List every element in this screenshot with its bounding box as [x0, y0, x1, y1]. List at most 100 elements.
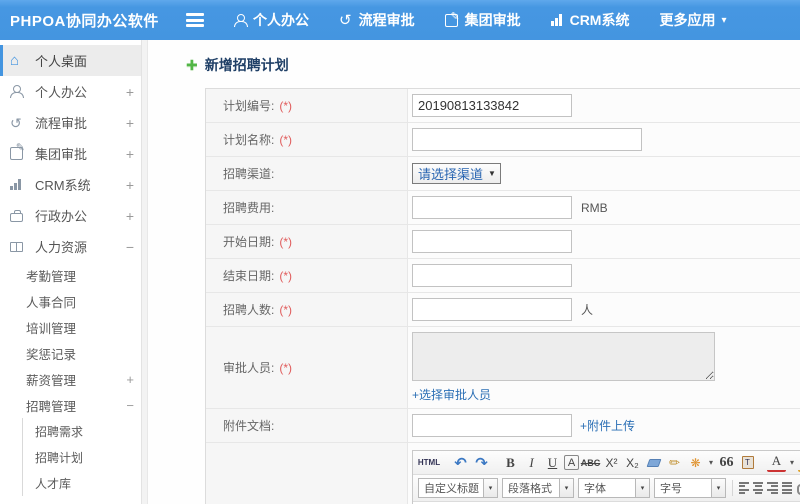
sidebar-item-label: 个人办公: [35, 85, 88, 100]
sidebar-item-talent-pool[interactable]: 人才库: [23, 470, 148, 496]
field-label: 招聘人数: (*): [206, 293, 408, 326]
nav-label: CRM系统: [569, 12, 630, 28]
sidebar-item-recruit-plan[interactable]: 招聘计划: [23, 444, 148, 470]
sidebar-item-attendance[interactable]: 考勤管理: [0, 262, 148, 288]
sidebar-item-label: 集团审批: [35, 147, 88, 162]
source-code-button[interactable]: HTML: [417, 453, 441, 472]
sidebar-item-label: 人才库: [35, 476, 72, 491]
form-row-start-date: 开始日期: (*): [206, 225, 800, 259]
expand-plus-icon[interactable]: +: [126, 372, 134, 387]
field-label: 审批人员: (*): [206, 327, 408, 408]
align-justify-icon[interactable]: [781, 482, 792, 494]
person-icon: [10, 85, 27, 98]
chevron-down-icon: ▾: [484, 478, 498, 498]
expand-plus-icon[interactable]: +: [126, 146, 134, 162]
field-label: 附件文档:: [206, 409, 408, 442]
expand-plus-icon[interactable]: +: [126, 84, 134, 100]
nav-more-apps[interactable]: 更多应用 ▾: [659, 10, 726, 30]
italic-button[interactable]: I: [522, 453, 541, 472]
required-mark: (*): [279, 234, 293, 249]
required-mark: (*): [279, 360, 293, 375]
page-title: ✚ 新增招聘计划: [148, 40, 800, 75]
plan-name-input[interactable]: [412, 128, 642, 151]
sidebar-item-personal-desktop[interactable]: ⌂ 个人桌面: [0, 45, 148, 76]
required-mark: (*): [279, 132, 293, 147]
expand-plus-icon[interactable]: +: [126, 208, 134, 224]
person-icon: [234, 13, 248, 27]
sidebar-item-label: 考勤管理: [26, 269, 77, 284]
chevron-down-icon: ▾: [721, 14, 727, 26]
chevron-down-icon[interactable]: ▾: [788, 453, 796, 472]
sidebar-item-human-resources[interactable]: 人力资源 −: [0, 231, 148, 262]
field-label: 招聘费用:: [206, 191, 408, 224]
nav-group-approval[interactable]: 集团审批: [444, 10, 521, 30]
sidebar-scrollbar[interactable]: [141, 40, 148, 504]
expand-plus-icon[interactable]: +: [126, 177, 134, 193]
subscript-button[interactable]: X₂: [623, 453, 642, 472]
required-mark: (*): [279, 268, 293, 283]
underline-button[interactable]: U: [543, 453, 562, 472]
eraser-icon[interactable]: [644, 453, 663, 472]
sidebar-item-admin-office[interactable]: 行政办公 +: [0, 200, 148, 231]
attachment-input[interactable]: [412, 414, 572, 437]
nav-workflow-approval[interactable]: ↺ 流程审批: [339, 10, 415, 30]
sidebar-item-crm[interactable]: CRM系统 +: [0, 169, 148, 200]
nav-label: 流程审批: [358, 12, 415, 28]
collapse-minus-icon[interactable]: −: [126, 398, 134, 413]
nav-crm-system[interactable]: CRM系统: [550, 10, 630, 30]
cost-input[interactable]: [412, 196, 572, 219]
headcount-input[interactable]: [412, 298, 572, 321]
font-size-select[interactable]: 字号 ▾: [654, 478, 726, 498]
field-label: 计划编号: (*): [206, 89, 408, 122]
attachment-upload-link[interactable]: +附件上传: [580, 417, 635, 434]
start-date-input[interactable]: [412, 230, 572, 253]
plan-no-input[interactable]: [412, 94, 572, 117]
page-title-text: 新增招聘计划: [204, 57, 289, 73]
briefcase-icon: [10, 209, 27, 222]
paste-icon[interactable]: T: [738, 453, 757, 472]
form-row-plan-no: 计划编号: (*): [206, 89, 800, 123]
redo-icon[interactable]: ↷: [472, 453, 491, 472]
edit-square-icon: [444, 10, 460, 27]
strikethrough-button[interactable]: ABC: [581, 453, 601, 472]
add-plus-icon: ✚: [186, 56, 198, 73]
paragraph-format-select[interactable]: 段落格式 ▾: [502, 478, 574, 498]
sidebar-item-salary[interactable]: 薪资管理 +: [0, 366, 148, 392]
end-date-input[interactable]: [412, 264, 572, 287]
chevron-down-icon[interactable]: ▾: [707, 453, 715, 472]
sidebar-item-workflow-approval[interactable]: ↺ 流程审批 +: [0, 107, 148, 138]
autotypeset-button[interactable]: A: [564, 455, 579, 470]
nav-personal-office[interactable]: 个人办公: [234, 10, 309, 30]
menu-toggle-icon[interactable]: [186, 13, 204, 27]
superscript-button[interactable]: X²: [602, 453, 621, 472]
background-color-icon[interactable]: ❋: [686, 453, 705, 472]
form-row-end-date: 结束日期: (*): [206, 259, 800, 293]
align-left-icon[interactable]: [738, 482, 750, 494]
undo-icon[interactable]: ↶: [451, 453, 470, 472]
sidebar-item-group-approval[interactable]: 集团审批 +: [0, 138, 148, 169]
font-color-button[interactable]: A: [767, 453, 786, 472]
choose-approver-link[interactable]: +选择审批人员: [412, 386, 491, 403]
sidebar-item-hr-contract[interactable]: 人事合同: [0, 288, 148, 314]
sidebar-item-recruit-management[interactable]: 招聘管理 −: [0, 392, 148, 418]
app-logo[interactable]: PHPOA协同办公软件: [0, 10, 186, 31]
sidebar-item-personal-office[interactable]: 个人办公 +: [0, 76, 148, 107]
field-label: 结束日期: (*): [206, 259, 408, 292]
blockquote-button[interactable]: 66: [717, 453, 736, 472]
collapse-minus-icon[interactable]: −: [126, 239, 134, 255]
sidebar-item-recruit-demand[interactable]: 招聘需求: [23, 418, 148, 444]
expand-plus-icon[interactable]: +: [126, 115, 134, 131]
align-right-icon[interactable]: [767, 482, 778, 494]
custom-title-select[interactable]: 自定义标题 ▾: [418, 478, 498, 498]
form-row-headcount: 招聘人数: (*) 人: [206, 293, 800, 327]
approver-textarea[interactable]: [412, 332, 715, 381]
sidebar-item-training[interactable]: 培训管理: [0, 314, 148, 340]
format-brush-icon[interactable]: ✏: [665, 453, 684, 472]
bold-button[interactable]: B: [501, 453, 520, 472]
align-center-icon[interactable]: [753, 482, 764, 494]
sidebar-item-label: 奖惩记录: [26, 347, 77, 362]
sidebar-item-reward-punishment[interactable]: 奖惩记录: [0, 340, 148, 366]
sidebar-item-label: 培训管理: [26, 321, 77, 336]
channel-select[interactable]: 请选择渠道 ▼: [412, 163, 501, 184]
font-family-select[interactable]: 字体 ▾: [578, 478, 650, 498]
